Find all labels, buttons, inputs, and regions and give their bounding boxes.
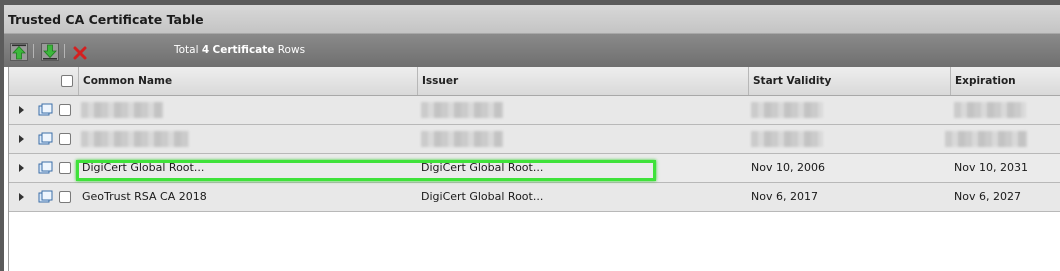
row-checkbox[interactable] — [59, 133, 71, 145]
green-up-arrow-icon[interactable] — [10, 43, 28, 61]
column-header-issuer[interactable]: Issuer — [417, 67, 748, 95]
row-count-label: Total 4 Certificate Rows — [174, 44, 306, 56]
redacted-start-validity — [751, 102, 823, 118]
certificate-icon — [38, 103, 53, 116]
certificate-icon — [38, 161, 53, 174]
toolbar-separator — [64, 44, 65, 58]
table-row[interactable] — [9, 96, 1060, 125]
expand-arrow-icon[interactable] — [19, 135, 24, 143]
redacted-common-name — [81, 131, 189, 147]
table-row[interactable] — [9, 125, 1060, 154]
green-down-arrow-icon[interactable] — [41, 43, 59, 61]
row-checkbox[interactable] — [59, 162, 71, 174]
cell-expiration: Nov 6, 2027 — [954, 190, 1021, 203]
expand-arrow-icon[interactable] — [19, 164, 24, 172]
row-checkbox[interactable] — [59, 104, 71, 116]
toolbar: Total 4 Certificate Rows — [4, 34, 1060, 67]
certificate-grid: Common Name Issuer Start Validity Expira… — [8, 67, 1060, 271]
certificate-icon — [38, 190, 53, 203]
redacted-expiration — [945, 131, 1027, 147]
certificate-table-panel: Trusted CA Certificate Table Total 4 Cer… — [4, 5, 1060, 271]
cell-common-name: GeoTrust RSA CA 2018 — [82, 190, 207, 203]
panel-title: Trusted CA Certificate Table — [8, 12, 204, 27]
table-row[interactable]: GeoTrust RSA CA 2018 DigiCert Global Roo… — [9, 183, 1060, 212]
column-header-common-name[interactable]: Common Name — [78, 67, 417, 95]
redacted-issuer — [421, 102, 503, 118]
redacted-start-validity — [751, 131, 823, 147]
redacted-issuer — [421, 131, 503, 147]
column-header-start-validity[interactable]: Start Validity — [748, 67, 950, 95]
expand-arrow-icon[interactable] — [19, 193, 24, 201]
select-all-checkbox[interactable] — [61, 75, 73, 87]
highlight-box — [76, 160, 656, 181]
red-x-icon[interactable] — [72, 45, 88, 61]
cell-issuer: DigiCert Global Root... — [421, 190, 544, 203]
cell-start-validity: Nov 10, 2006 — [751, 161, 825, 174]
toolbar-separator — [33, 44, 34, 58]
row-checkbox[interactable] — [59, 191, 71, 203]
expand-arrow-icon[interactable] — [19, 106, 24, 114]
table-header: Common Name Issuer Start Validity Expira… — [9, 67, 1060, 96]
cell-expiration: Nov 10, 2031 — [954, 161, 1028, 174]
redacted-expiration — [954, 102, 1026, 118]
column-header-expiration[interactable]: Expiration — [950, 67, 1060, 95]
cell-start-validity: Nov 6, 2017 — [751, 190, 818, 203]
redacted-common-name — [81, 102, 163, 118]
certificate-icon — [38, 132, 53, 145]
title-bar: Trusted CA Certificate Table — [4, 5, 1060, 34]
